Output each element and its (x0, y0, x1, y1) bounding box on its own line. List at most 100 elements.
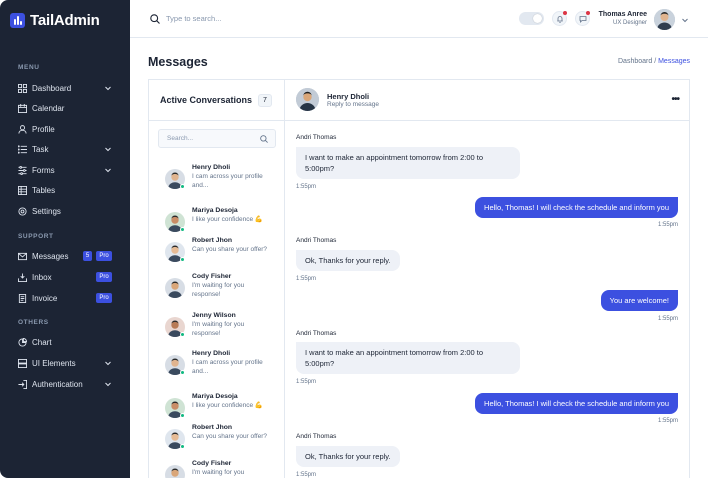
message-timestamp: 1:55pm (296, 184, 317, 190)
top-header: Type to search... Thomas Anree UX Design… (130, 0, 708, 38)
divider (149, 120, 284, 121)
conversations-column: Active Conversations 7 Search... Henry D… (149, 80, 285, 478)
user-name[interactable]: Thomas Anree (599, 11, 647, 18)
conversation-item[interactable]: Jenny Wilson I'm waiting for you response… (165, 312, 280, 344)
conversation-preview: I'm waiting for you (192, 469, 245, 476)
chevron-down-icon (105, 86, 111, 91)
sidebar-item-inbox[interactable]: Inbox Pro (10, 268, 120, 286)
message-timestamp: 1:55pm (296, 472, 317, 478)
sidebar-item-label: Profile (32, 124, 55, 134)
sidebar-item-label: Invoice (32, 293, 58, 303)
more-options-icon[interactable]: ••• (671, 94, 679, 105)
conversation-preview: Can you share your offer? (192, 433, 268, 440)
user-icon (18, 124, 27, 134)
avatar-image (296, 88, 319, 111)
conversation-preview: Can you share your offer? (192, 246, 268, 253)
breadcrumb-current: Messages (658, 58, 690, 65)
message-timestamp: 1:55pm (657, 418, 678, 424)
app-logo[interactable]: TailAdmin (10, 10, 100, 30)
sidebar-item-task[interactable]: Task (10, 140, 120, 158)
search-icon[interactable] (150, 14, 160, 24)
conversation-name: Henry Dholi (192, 350, 231, 357)
page-title: Messages (148, 55, 208, 69)
grid-icon (18, 83, 27, 93)
conversation-name: Cody Fisher (192, 273, 232, 280)
sidebar-item-label: Settings (32, 206, 61, 216)
list-icon (18, 144, 27, 154)
online-status-dot (180, 332, 185, 337)
breadcrumb-dashboard[interactable]: Dashboard / (618, 58, 656, 65)
sidebar-item-authentication[interactable]: Authentication (10, 375, 120, 393)
sidebar-item-label: UI Elements (32, 358, 76, 368)
menu-section-label: MENU (18, 64, 40, 71)
gear-icon (18, 206, 27, 216)
login-icon (18, 379, 27, 389)
user-avatar[interactable] (654, 9, 675, 30)
sidebar-item-forms[interactable]: Forms (10, 161, 120, 179)
sidebar-item-invoice[interactable]: Invoice Pro (10, 289, 120, 307)
conversation-search-input[interactable]: Search... (158, 129, 276, 148)
conversation-name: Mariya Desoja (192, 207, 238, 214)
notification-dot (563, 11, 567, 15)
sidebar-item-chart[interactable]: Chart (10, 333, 120, 351)
sidebar: TailAdmin MENU Dashboard Calendar Profil… (0, 0, 130, 478)
pro-badge: Pro (96, 272, 112, 282)
conversation-item[interactable]: Mariya Desoja I like your confidence 💪 (165, 393, 280, 425)
search-icon[interactable] (260, 135, 268, 143)
sidebar-item-tables[interactable]: Tables (10, 181, 120, 199)
conversations-title: Active Conversations (160, 95, 253, 105)
search-input[interactable]: Type to search... (166, 14, 221, 23)
chevron-down-icon (105, 382, 111, 387)
message-sender: Andri Thomas (296, 433, 337, 440)
others-section-label: OTHERS (18, 319, 49, 326)
conversation-name: Robert Jhon (192, 237, 233, 244)
conversation-item[interactable]: Henry Dholi I cam across your profile and… (165, 350, 280, 382)
contact-avatar[interactable] (296, 88, 319, 111)
conversation-name: Robert Jhon (192, 424, 233, 431)
message-count-badge: 5 (83, 251, 92, 261)
outgoing-message-bubble: Hello, Thomas! I will check the schedule… (475, 393, 678, 414)
online-status-dot (180, 257, 185, 262)
support-section-label: SUPPORT (18, 233, 54, 240)
messages-button[interactable] (575, 11, 590, 26)
notifications-button[interactable] (552, 11, 567, 26)
bell-icon (556, 15, 563, 23)
contact-avatar (165, 278, 185, 298)
sidebar-item-dashboard[interactable]: Dashboard (10, 79, 120, 97)
sidebar-item-label: Chart (32, 337, 52, 347)
conversation-item[interactable]: Henry Dholi I cam across your profile and… (165, 164, 280, 196)
sidebar-item-profile[interactable]: Profile (10, 120, 120, 138)
message-sender: Andri Thomas (296, 237, 337, 244)
avatar-image (654, 9, 675, 30)
sidebar-item-messages[interactable]: Messages 5 Pro (10, 247, 120, 265)
sidebar-item-label: Authentication (32, 379, 83, 389)
sidebar-item-calendar[interactable]: Calendar (10, 99, 120, 117)
sidebar-item-settings[interactable]: Settings (10, 202, 120, 220)
chevron-down-icon (105, 147, 111, 152)
user-role: UX Designer (612, 20, 647, 26)
app-frame: TailAdmin MENU Dashboard Calendar Profil… (0, 0, 708, 478)
sidebar-item-label: Dashboard (32, 83, 72, 93)
conversation-item[interactable]: Cody Fisher I'm waiting for you response! (165, 273, 280, 305)
sidebar-item-ui-elements[interactable]: UI Elements (10, 354, 120, 372)
message-timestamp: 1:55pm (296, 276, 317, 282)
message-timestamp: 1:55pm (296, 379, 317, 385)
calendar-icon (18, 103, 27, 113)
breadcrumb: Dashboard / Messages (618, 58, 690, 65)
chevron-down-icon (105, 168, 111, 173)
conversation-item[interactable]: Cody Fisher I'm waiting for you (165, 460, 280, 478)
messages-panel: Active Conversations 7 Search... Henry D… (148, 79, 690, 478)
conversation-item[interactable]: Robert Jhon Can you share your offer? (165, 237, 280, 269)
chat-icon (579, 15, 586, 23)
conversation-name: Henry Dholi (192, 164, 231, 171)
conversation-item[interactable]: Mariya Desoja I like your confidence 💪 (165, 207, 280, 239)
dark-mode-toggle[interactable] (519, 12, 544, 25)
conversation-preview: I'm waiting for you response! (192, 282, 245, 298)
pro-badge: Pro (96, 251, 112, 261)
conversation-item[interactable]: Robert Jhon Can you share your offer? (165, 424, 280, 456)
incoming-message-bubble: I want to make an appointment tomorrow f… (296, 342, 520, 374)
online-status-dot (180, 370, 185, 375)
message-timestamp: 1:55pm (657, 316, 678, 322)
sidebar-item-label: Inbox (32, 272, 52, 282)
chevron-down-icon[interactable] (681, 16, 689, 24)
